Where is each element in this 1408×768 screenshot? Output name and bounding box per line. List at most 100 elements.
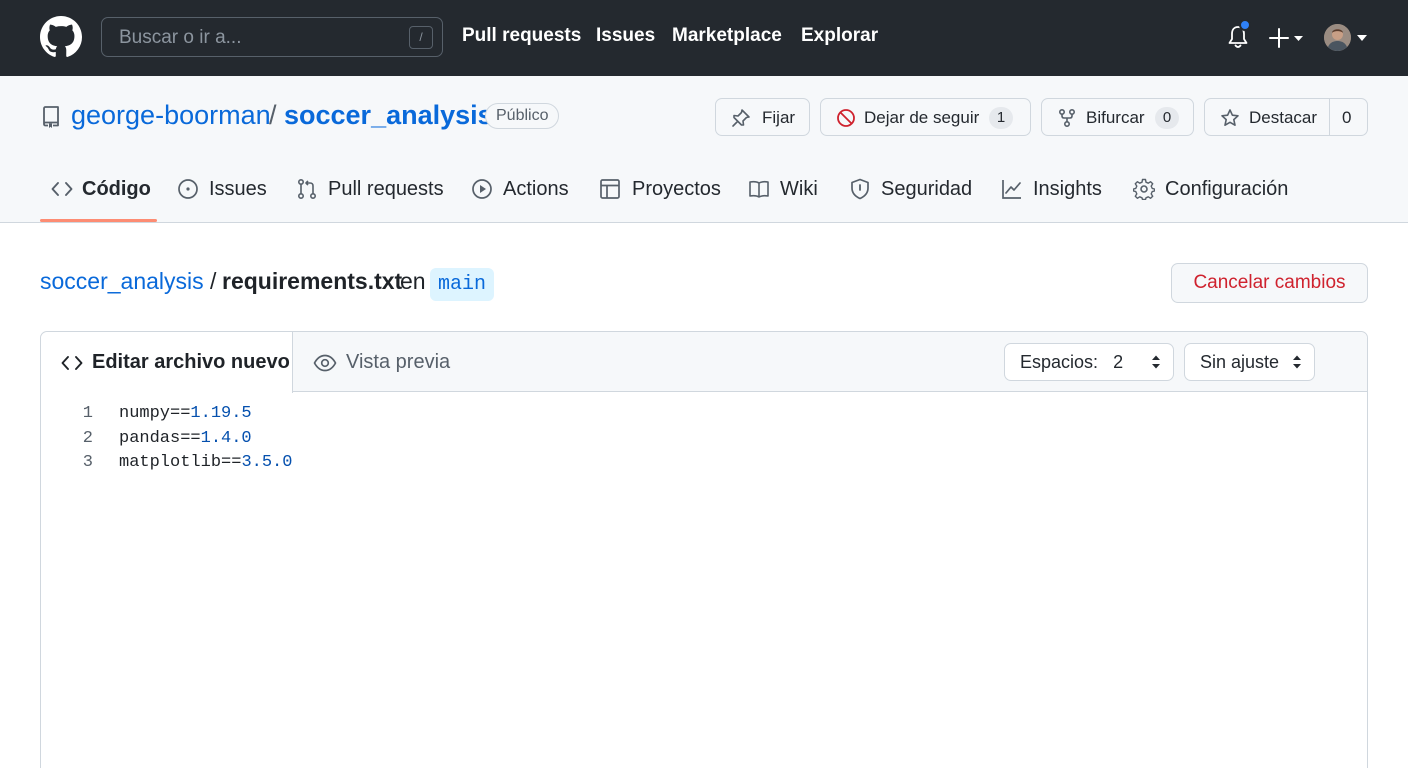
line-numbers: 1 2 3 (41, 402, 101, 476)
indent-size: 2 (1113, 352, 1124, 372)
fork-icon (1058, 108, 1076, 128)
tab-edit-file[interactable]: Editar archivo nuevo (41, 332, 293, 393)
watchers-counter: 1 (989, 107, 1013, 129)
select-arrows-icon (1293, 355, 1301, 369)
forks-counter: 0 (1155, 107, 1179, 129)
stars-counter: 0 (1342, 108, 1352, 127)
eye-icon (313, 354, 337, 372)
search-placeholder: Buscar o ir a... (119, 27, 242, 48)
code-line[interactable]: matplotlib==3.5.0 (119, 451, 292, 476)
package-version: 1.4.0 (200, 428, 252, 448)
tab-code[interactable]: Código (51, 174, 157, 208)
nav-marketplace[interactable]: Marketplace (672, 25, 782, 47)
graph-icon (1002, 180, 1021, 199)
nav-issues[interactable]: Issues (596, 25, 655, 47)
version-operator: == (180, 428, 201, 448)
avatar[interactable] (1324, 24, 1351, 51)
select-arrows-icon (1152, 355, 1160, 369)
tab-settings-label: Configuración (1165, 178, 1289, 200)
breadcrumb-separator: / (269, 100, 277, 130)
chevron-down-icon[interactable] (1357, 35, 1367, 41)
unwatch-label: Dejar de seguir (864, 108, 980, 127)
avatar-image (1324, 24, 1351, 51)
fork-label: Bifurcar (1086, 108, 1145, 127)
tab-projects-label: Proyectos (632, 178, 721, 200)
star-icon (1221, 109, 1239, 126)
star-button[interactable]: Destacar 0 (1204, 98, 1368, 136)
code-line[interactable]: pandas==1.4.0 (119, 427, 292, 452)
cancel-changes-button[interactable]: Cancelar cambios (1171, 263, 1368, 303)
tab-actions[interactable]: Actions (471, 174, 571, 208)
star-label: Destacar (1249, 108, 1318, 127)
path-separator: / (210, 268, 217, 294)
issue-icon (178, 179, 198, 199)
pull-request-icon (297, 178, 317, 200)
tab-security-label: Seguridad (881, 178, 973, 200)
editor-toolbar: Editar archivo nuevo Vista previa Espaci… (41, 332, 1367, 393)
plus-icon[interactable] (1269, 25, 1305, 51)
filename-input[interactable]: requirements.txt (222, 268, 402, 295)
unwatch-button[interactable]: Dejar de seguir 1 (820, 98, 1031, 136)
code-line[interactable]: numpy==1.19.5 (119, 402, 292, 427)
package-name: numpy (119, 404, 171, 423)
package-version: 3.5.0 (241, 453, 293, 472)
file-editor: Editar archivo nuevo Vista previa Espaci… (40, 331, 1368, 768)
tab-pull-requests[interactable]: Pull requests (296, 174, 444, 208)
search-shortcut-key: / (409, 26, 433, 49)
tab-insights-label: Insights (1033, 178, 1102, 200)
repo-icon (43, 106, 59, 128)
tab-issues-label: Issues (209, 178, 267, 200)
shield-icon (851, 178, 869, 200)
tab-settings[interactable]: Configuración (1133, 174, 1288, 208)
code-area[interactable]: numpy==1.19.5 pandas==1.4.0 matplotlib==… (119, 402, 292, 476)
nav-pull-requests[interactable]: Pull requests (462, 25, 581, 47)
path-repo-link[interactable]: soccer_analysis (40, 268, 204, 295)
branch-prefix: en (400, 268, 426, 294)
search-input[interactable]: Buscar o ir a... / (101, 17, 443, 57)
wrap-select-label: Sin ajuste (1200, 352, 1280, 372)
code-icon (51, 182, 73, 196)
tab-insights[interactable]: Insights (1001, 174, 1103, 208)
active-tab-indicator (40, 219, 157, 222)
tab-projects[interactable]: Proyectos (599, 174, 721, 208)
tab-wiki[interactable]: Wiki (748, 174, 818, 208)
package-version: 1.19.5 (190, 404, 252, 423)
tab-wiki-label: Wiki (780, 178, 818, 200)
tab-edit-file-label: Editar archivo nuevo (92, 351, 290, 373)
book-icon (749, 180, 769, 198)
line-number: 2 (82, 428, 93, 448)
wrap-select[interactable]: Sin ajuste (1184, 343, 1315, 381)
tab-security[interactable]: Seguridad (849, 174, 973, 208)
indent-select-label: Espacios: 2 (1020, 352, 1123, 373)
line-number: 3 (82, 453, 93, 472)
gear-icon (1133, 178, 1155, 200)
notification-dot (1239, 19, 1251, 31)
visibility-badge: Público (485, 103, 560, 129)
repo-owner-link[interactable]: george-boorman (71, 100, 271, 131)
tab-code-label: Código (82, 178, 151, 200)
indent-mode: Espacios: (1020, 352, 1099, 372)
pin-label: Fijar (762, 108, 796, 127)
tab-issues[interactable]: Issues (177, 174, 267, 208)
stop-icon (837, 109, 855, 127)
repo-header: george-boorman / soccer_analysis Público… (0, 76, 1408, 223)
nav-explore[interactable]: Explorar (801, 25, 878, 47)
github-logo-icon[interactable] (40, 16, 82, 58)
tab-preview-label: Vista previa (346, 351, 451, 373)
table-icon (600, 179, 620, 199)
package-name: matplotlib (119, 453, 222, 472)
star-divider (1329, 99, 1330, 135)
repo-name-link[interactable]: soccer_analysis (284, 100, 493, 131)
indent-select[interactable]: Espacios: 2 (1004, 343, 1174, 381)
code-icon (61, 356, 83, 370)
tab-actions-label: Actions (503, 178, 569, 200)
pin-button[interactable]: Fijar (715, 98, 810, 136)
pin-icon (732, 109, 750, 127)
global-header: Buscar o ir a... / Pull requests Issues … (0, 0, 1408, 76)
tab-pull-requests-label: Pull requests (328, 178, 444, 200)
branch-badge: main (430, 268, 495, 301)
version-operator: == (170, 404, 191, 423)
fork-button[interactable]: Bifurcar 0 (1041, 98, 1194, 136)
play-icon (472, 179, 492, 199)
version-operator: == (221, 453, 242, 472)
